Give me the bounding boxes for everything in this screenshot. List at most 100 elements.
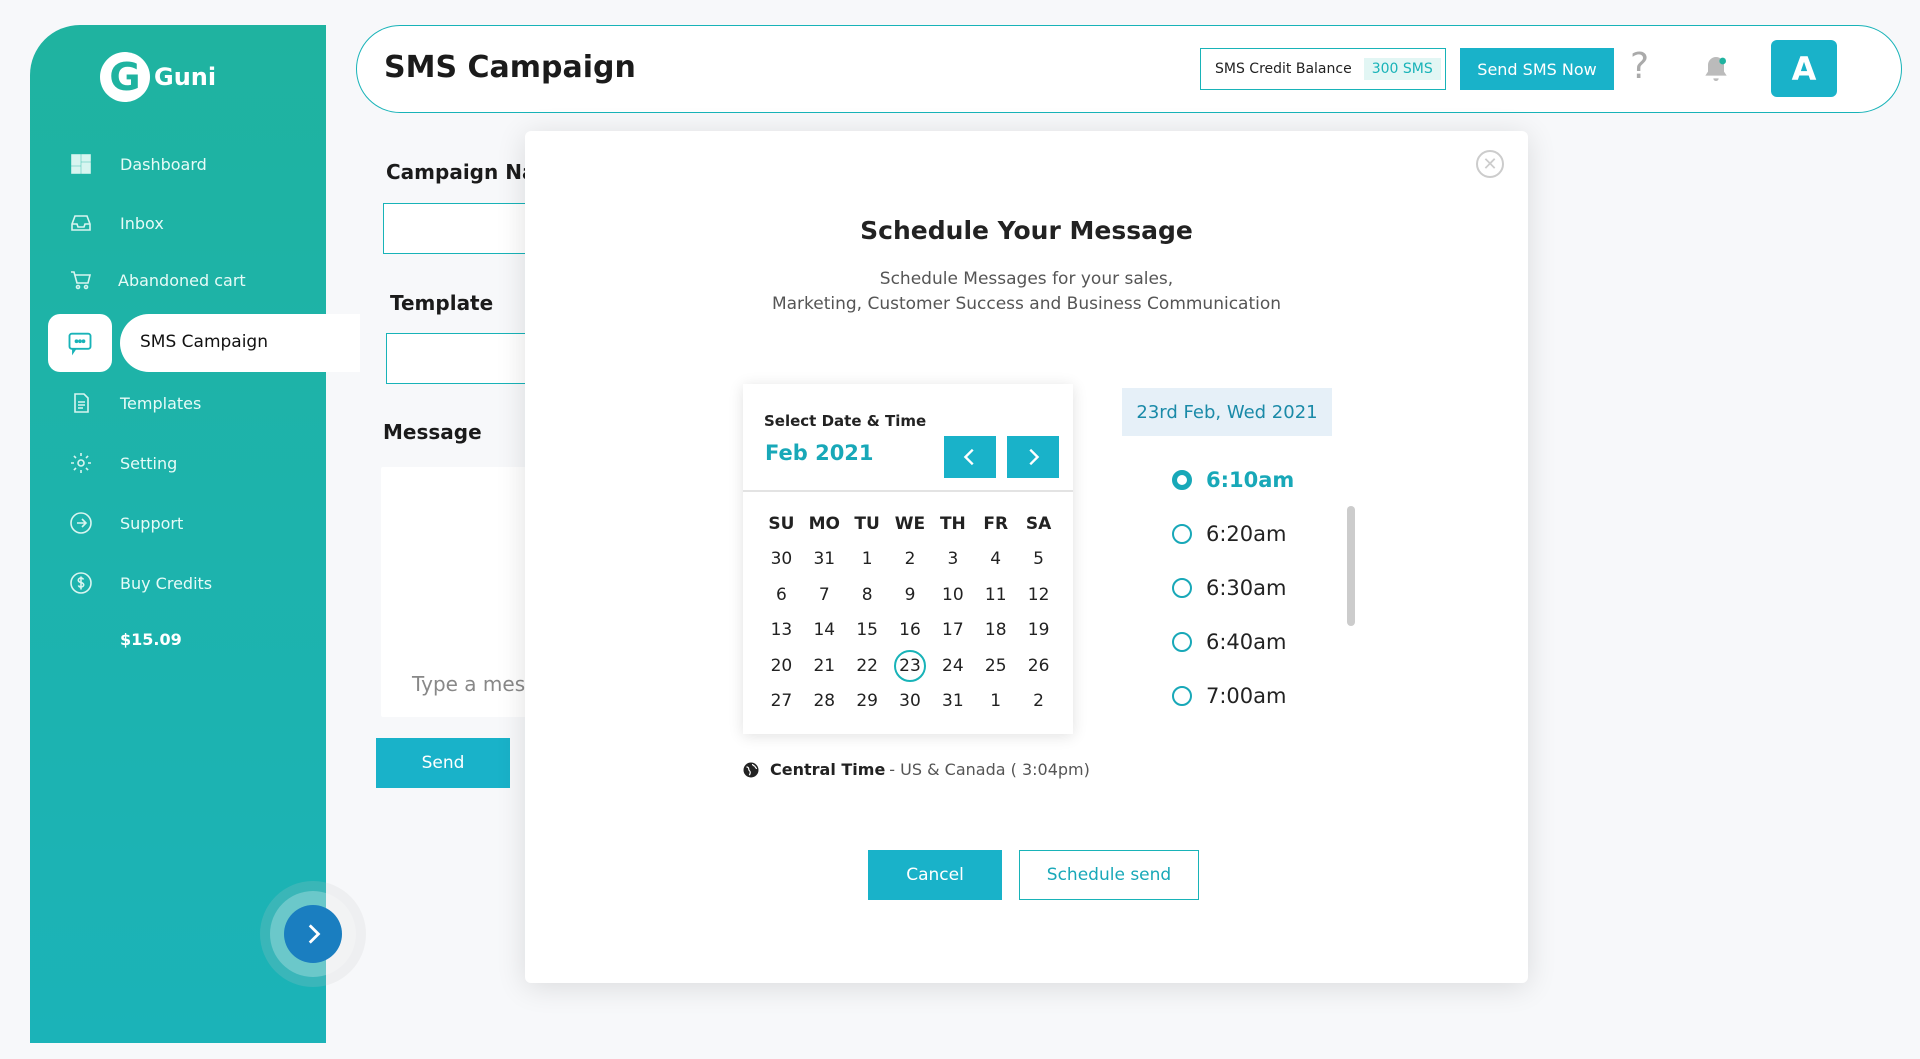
calendar-day[interactable]: 18 (974, 613, 1017, 649)
calendar-day[interactable]: 21 (803, 648, 846, 684)
calendar-day[interactable]: 24 (931, 648, 974, 684)
calendar-day[interactable]: 9 (889, 577, 932, 613)
dashboard-icon (68, 151, 94, 177)
sidebar-item-label: Templates (120, 393, 202, 413)
calendar-grid: SU MO TU WE TH FR SA 30 31 1 2 3 4 5 6 7 8 9 10 11 12 13 14 15 1… (760, 506, 1060, 719)
calendar-day[interactable]: 20 (760, 648, 803, 684)
credit-balance-label: SMS Credit Balance (1215, 61, 1352, 77)
calendar-day[interactable]: 29 (846, 684, 889, 720)
radio-icon (1172, 632, 1192, 652)
message-placeholder: Type a mes (412, 672, 526, 696)
calendar-day[interactable]: 5 (1017, 542, 1060, 578)
time-slot-label: 6:10am (1206, 468, 1295, 492)
inbox-icon (68, 210, 94, 236)
calendar-day[interactable]: 6 (760, 577, 803, 613)
template-label: Template (390, 291, 494, 315)
calendar-day[interactable]: 31 (931, 684, 974, 720)
send-sms-now-button[interactable]: Send SMS Now (1460, 48, 1614, 90)
day-of-week-header: TH (939, 513, 966, 534)
selected-date-chip: 23rd Feb, Wed 2021 (1122, 388, 1332, 436)
timezone: Central Time - US & Canada ( 3:04pm) (742, 760, 1090, 779)
calendar-day[interactable]: 3 (931, 542, 974, 578)
send-button[interactable]: Send (376, 738, 510, 788)
radio-icon (1172, 470, 1192, 490)
modal-subtitle-line2: Marketing, Customer Success and Business… (771, 294, 1282, 314)
sidebar-item-inbox[interactable]: Inbox (30, 199, 326, 247)
calendar-day[interactable]: 8 (846, 577, 889, 613)
calendar-day[interactable]: 4 (974, 542, 1017, 578)
time-slot[interactable]: 6:40am (1172, 630, 1286, 654)
calendar-day[interactable]: 1 (846, 542, 889, 578)
modal-subtitle-line1: Schedule Messages for your sales, (879, 269, 1174, 289)
message-label: Message (383, 420, 482, 444)
sidebar-item-abandoned-cart[interactable]: Abandoned cart (30, 256, 326, 304)
chevron-left-icon (963, 448, 974, 466)
calendar-day[interactable]: 2 (1017, 684, 1060, 720)
calendar-day[interactable]: 31 (803, 542, 846, 578)
sidebar-item-setting[interactable]: Setting (30, 439, 326, 487)
template-select[interactable] (386, 333, 546, 384)
brand-logo[interactable]: G Guni (100, 52, 216, 102)
campaign-name-input[interactable] (383, 203, 543, 254)
calendar-day[interactable]: 7 (803, 577, 846, 613)
globe-icon (743, 762, 759, 777)
campaign-name-label: Campaign Na (386, 160, 536, 184)
calendar-day[interactable]: 10 (931, 577, 974, 613)
calendar-day[interactable]: 19 (1017, 613, 1060, 649)
calendar-day[interactable]: 11 (974, 577, 1017, 613)
sidebar-item-label: SMS Campaign (140, 332, 268, 352)
cancel-button[interactable]: Cancel (868, 850, 1002, 900)
calendar-day[interactable]: 13 (760, 613, 803, 649)
timezone-name: Central Time (770, 760, 886, 779)
calendar-day[interactable]: 26 (1017, 648, 1060, 684)
collapse-sidebar-button[interactable] (284, 905, 342, 963)
time-slot[interactable]: 7:00am (1172, 684, 1286, 708)
modal-title: Schedule Your Message (860, 216, 1193, 245)
sidebar-item-label: Abandoned cart (118, 270, 246, 290)
bell-icon[interactable] (1700, 52, 1732, 90)
time-slots-scrollbar[interactable] (1347, 506, 1355, 626)
calendar-day[interactable]: 2 (889, 542, 932, 578)
brand-name: Guni (154, 63, 217, 91)
calendar-month: Feb 2021 (765, 441, 874, 465)
calendar-day[interactable]: 30 (760, 542, 803, 578)
prev-month-button[interactable] (944, 436, 996, 478)
page-title: SMS Campaign (384, 50, 636, 85)
calendar-day[interactable]: 15 (846, 613, 889, 649)
calendar-day[interactable]: 17 (931, 613, 974, 649)
sidebar-item-support[interactable]: Support (30, 499, 326, 547)
schedule-send-button[interactable]: Schedule send (1019, 850, 1199, 900)
calendar-day[interactable]: 14 (803, 613, 846, 649)
sidebar-item-sms-campaign[interactable]: SMS Campaign (30, 314, 360, 372)
credit-balance: SMS Credit Balance 300 SMS (1200, 48, 1446, 90)
time-slot[interactable]: 6:20am (1172, 522, 1286, 546)
next-month-button[interactable] (1007, 436, 1059, 478)
dollar-icon (68, 570, 94, 596)
sidebar-item-dashboard[interactable]: Dashboard (30, 140, 326, 188)
time-slot-label: 6:40am (1206, 630, 1287, 654)
sidebar-item-templates[interactable]: Templates (30, 379, 326, 427)
calendar-day[interactable]: 30 (889, 684, 932, 720)
sidebar-item-label: Setting (120, 453, 178, 473)
sidebar-item-buy-credits[interactable]: Buy Credits (30, 559, 326, 607)
time-slot-label: 6:20am (1206, 522, 1287, 546)
calendar-day[interactable]: 27 (760, 684, 803, 720)
calendar-day[interactable]: 1 (974, 684, 1017, 720)
arrow-circle-icon (68, 510, 94, 536)
calendar-day[interactable]: 25 (974, 648, 1017, 684)
calendar-divider (743, 490, 1073, 492)
calendar-day[interactable]: 22 (846, 648, 889, 684)
avatar[interactable]: A (1771, 40, 1837, 97)
calendar-day[interactable]: 23 (889, 648, 932, 684)
time-slot-label: 7:00am (1206, 684, 1287, 708)
calendar-day[interactable]: 12 (1017, 577, 1060, 613)
help-icon[interactable]: ? (1630, 46, 1649, 87)
time-slot[interactable]: 6:10am (1172, 468, 1294, 492)
chevron-right-icon (308, 924, 321, 944)
calendar-day[interactable]: 16 (889, 613, 932, 649)
close-icon[interactable]: ✕ (1476, 150, 1504, 178)
time-slot[interactable]: 6:30am (1172, 576, 1286, 600)
sidebar-item-label: Buy Credits (120, 573, 213, 593)
radio-icon (1172, 578, 1192, 598)
calendar-day[interactable]: 28 (803, 684, 846, 720)
